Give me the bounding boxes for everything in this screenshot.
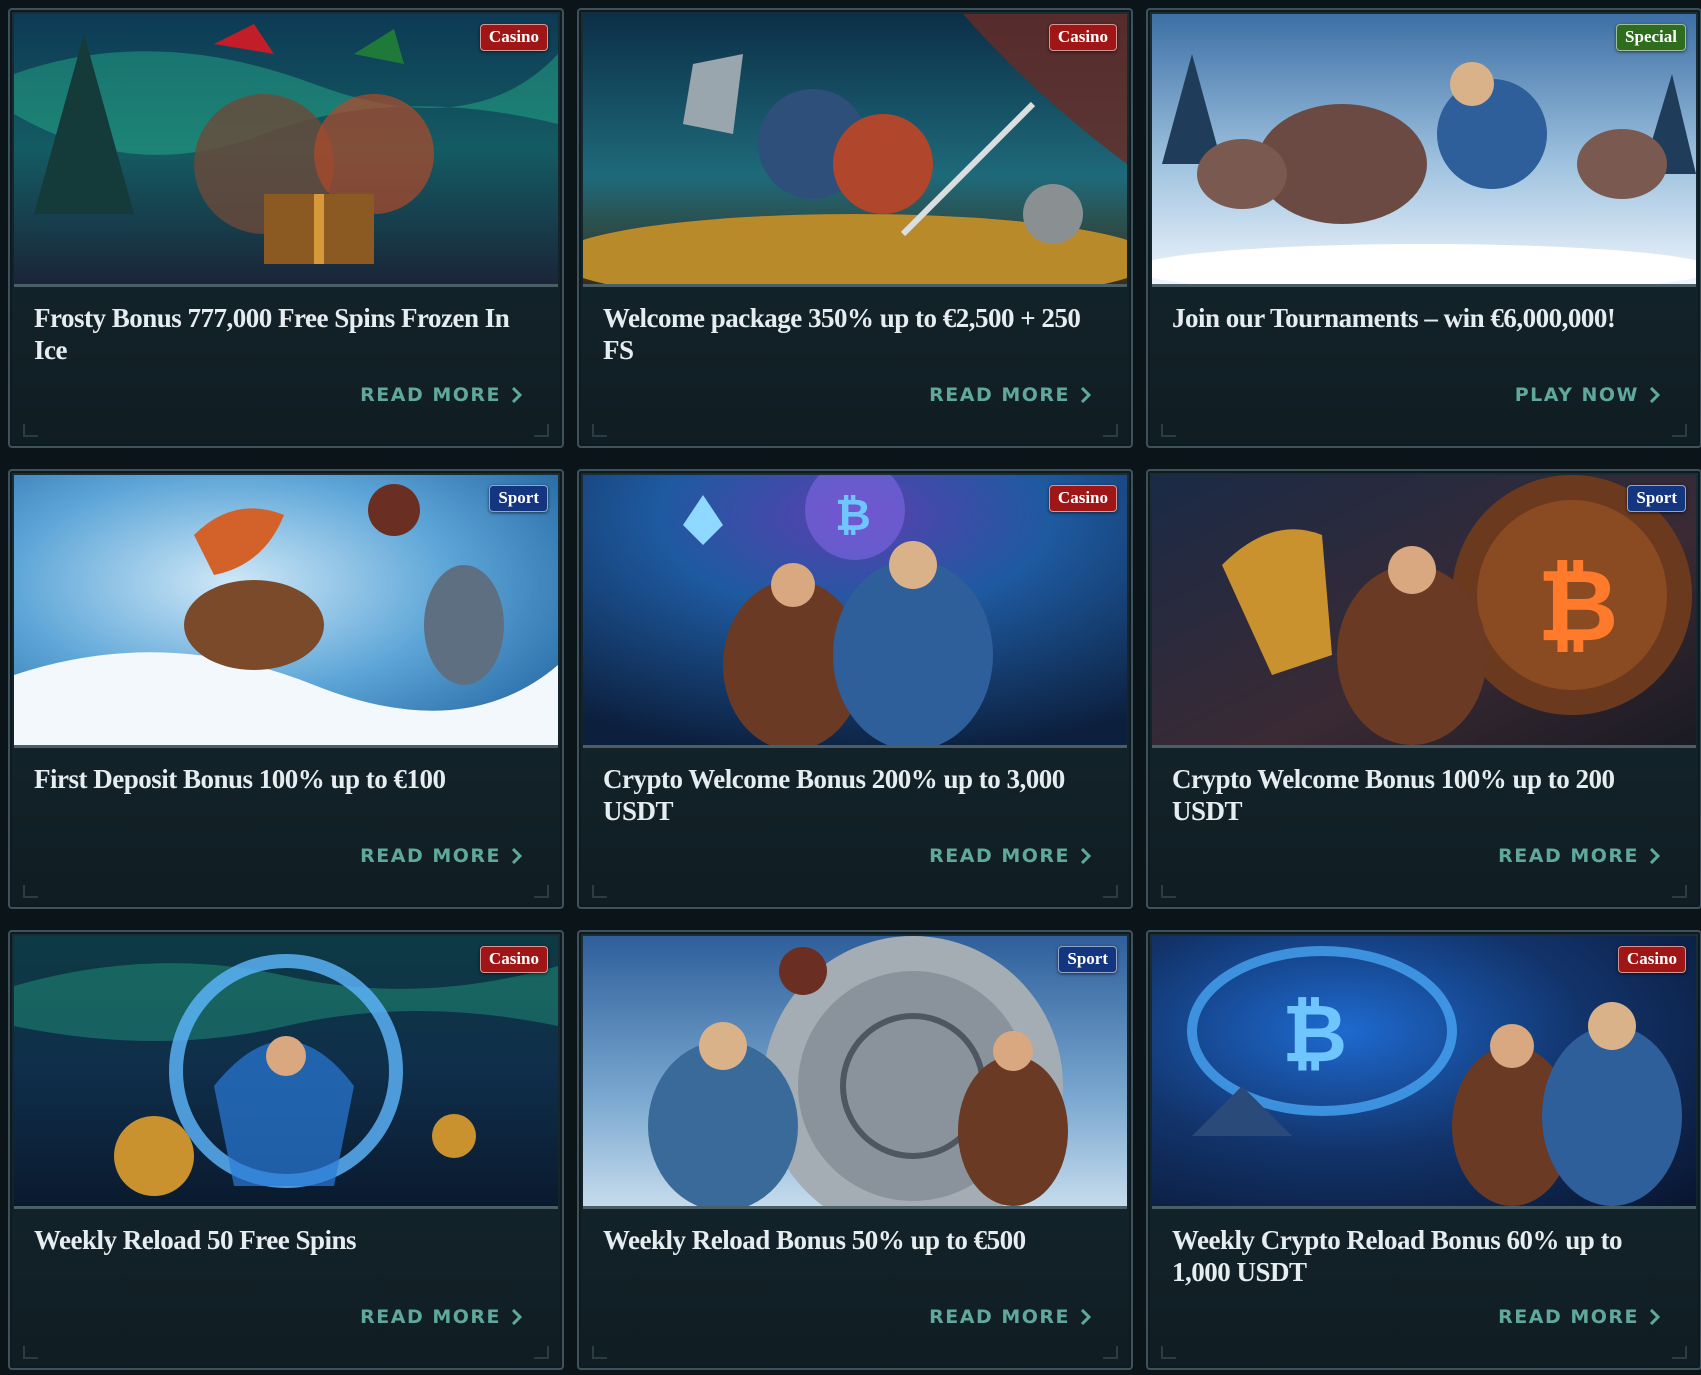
- promo-title: Weekly Reload 50 Free Spins: [34, 1225, 357, 1255]
- svg-text:₿: ₿: [1282, 987, 1347, 1080]
- promo-image[interactable]: ₿: [1152, 936, 1696, 1209]
- sport-badge: Sport: [489, 485, 548, 512]
- read-more-button[interactable]: READ MORE: [929, 1306, 1091, 1328]
- corner-ornament-icon: [1672, 885, 1687, 898]
- read-more-button[interactable]: READ MORE: [360, 845, 522, 867]
- promo-card-tournaments[interactable]: Special Join our Tournaments – win €6,00…: [1146, 8, 1701, 448]
- read-more-button[interactable]: READ MORE: [1498, 845, 1660, 867]
- promo-image[interactable]: [14, 14, 558, 287]
- chevron-right-icon: [1649, 1309, 1660, 1325]
- promo-title: Frosty Bonus 777,000 Free Spins Frozen I…: [34, 303, 510, 365]
- corner-ornament-icon: [1103, 424, 1118, 437]
- cta-label: READ MORE: [1498, 845, 1639, 867]
- promo-card-crypto-welcome-200[interactable]: ₿ Casino Crypto Welcome Bonus 200% up to…: [577, 469, 1133, 909]
- read-more-button[interactable]: READ MORE: [929, 384, 1091, 406]
- corner-ornament-icon: [534, 885, 549, 898]
- promo-image[interactable]: [14, 475, 558, 748]
- cta-label: READ MORE: [360, 384, 501, 406]
- cta-label: READ MORE: [929, 1306, 1070, 1328]
- corner-ornament-icon: [1103, 885, 1118, 898]
- chevron-right-icon: [1649, 387, 1660, 403]
- chevron-right-icon: [511, 1309, 522, 1325]
- play-now-button[interactable]: PLAY NOW: [1515, 384, 1660, 406]
- corner-ornament-icon: [1672, 1346, 1687, 1359]
- cta-label: READ MORE: [929, 845, 1070, 867]
- corner-ornament-icon: [23, 1346, 38, 1359]
- promo-image[interactable]: [14, 936, 558, 1209]
- promo-card-frosty-bonus[interactable]: Casino Frosty Bonus 777,000 Free Spins F…: [8, 8, 564, 448]
- promo-card-weekly-reload-bonus[interactable]: Sport Weekly Reload Bonus 50% up to €500…: [577, 930, 1133, 1370]
- casino-badge: Casino: [479, 946, 548, 973]
- corner-ornament-icon: [1161, 1346, 1176, 1359]
- corner-ornament-icon: [592, 424, 607, 437]
- cta-label: READ MORE: [1498, 1306, 1639, 1328]
- corner-ornament-icon: [592, 885, 607, 898]
- promo-image[interactable]: ₿: [1152, 475, 1696, 748]
- promo-card-weekly-crypto-reload[interactable]: ₿ Casino Weekly Crypto Reload Bonus 60% …: [1146, 930, 1701, 1370]
- chevron-right-icon: [1080, 387, 1091, 403]
- promo-title: First Deposit Bonus 100% up to €100: [34, 764, 446, 794]
- promo-title: Crypto Welcome Bonus 100% up to 200 USDT: [1172, 764, 1615, 826]
- promo-card-weekly-reload-spins[interactable]: Casino Weekly Reload 50 Free Spins READ …: [8, 930, 564, 1370]
- corner-ornament-icon: [534, 424, 549, 437]
- cta-label: READ MORE: [360, 1306, 501, 1328]
- cta-label: PLAY NOW: [1514, 384, 1639, 406]
- corner-ornament-icon: [1672, 424, 1687, 437]
- casino-badge: Casino: [479, 24, 548, 51]
- chevron-right-icon: [1080, 1309, 1091, 1325]
- promo-title: Weekly Reload Bonus 50% up to €500: [603, 1225, 1026, 1255]
- read-more-button[interactable]: READ MORE: [360, 1306, 522, 1328]
- corner-ornament-icon: [1161, 424, 1176, 437]
- casino-badge: Casino: [1048, 24, 1117, 51]
- cta-label: READ MORE: [929, 384, 1070, 406]
- special-badge: Special: [1616, 24, 1686, 51]
- promo-card-first-deposit[interactable]: Sport First Deposit Bonus 100% up to €10…: [8, 469, 564, 909]
- corner-ornament-icon: [1161, 885, 1176, 898]
- promo-image[interactable]: ₿: [583, 475, 1127, 748]
- promo-image[interactable]: [1152, 14, 1696, 287]
- chevron-right-icon: [1080, 848, 1091, 864]
- promo-title: Welcome package 350% up to €2,500 + 250 …: [603, 303, 1081, 365]
- casino-badge: Casino: [1617, 946, 1686, 973]
- corner-ornament-icon: [592, 1346, 607, 1359]
- chevron-right-icon: [1649, 848, 1660, 864]
- corner-ornament-icon: [534, 1346, 549, 1359]
- promo-image[interactable]: [583, 936, 1127, 1209]
- corner-ornament-icon: [23, 885, 38, 898]
- promo-title: Join our Tournaments – win €6,000,000!: [1172, 303, 1616, 333]
- chevron-right-icon: [511, 848, 522, 864]
- promo-image[interactable]: [583, 14, 1127, 287]
- svg-text:₿: ₿: [1537, 547, 1619, 664]
- promo-title: Crypto Welcome Bonus 200% up to 3,000 US…: [603, 764, 1065, 826]
- svg-text:₿: ₿: [835, 490, 871, 541]
- sport-badge: Sport: [1627, 485, 1686, 512]
- corner-ornament-icon: [23, 424, 38, 437]
- cta-label: READ MORE: [360, 845, 501, 867]
- read-more-button[interactable]: READ MORE: [360, 384, 522, 406]
- read-more-button[interactable]: READ MORE: [1498, 1306, 1660, 1328]
- promotions-grid: Casino Frosty Bonus 777,000 Free Spins F…: [8, 8, 1701, 1370]
- chevron-right-icon: [511, 387, 522, 403]
- promo-card-crypto-welcome-100[interactable]: ₿ Sport Crypto Welcome Bonus 100% up to …: [1146, 469, 1701, 909]
- promo-title: Weekly Crypto Reload Bonus 60% up to 1,0…: [1172, 1225, 1623, 1287]
- read-more-button[interactable]: READ MORE: [929, 845, 1091, 867]
- casino-badge: Casino: [1048, 485, 1117, 512]
- promo-card-welcome-package[interactable]: Casino Welcome package 350% up to €2,500…: [577, 8, 1133, 448]
- sport-badge: Sport: [1058, 946, 1117, 973]
- corner-ornament-icon: [1103, 1346, 1118, 1359]
